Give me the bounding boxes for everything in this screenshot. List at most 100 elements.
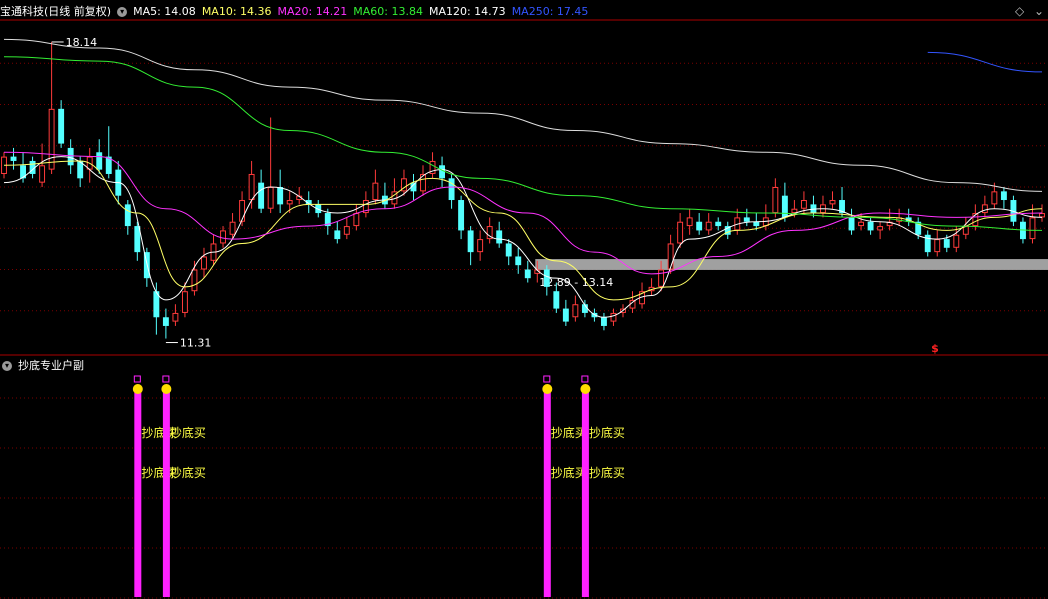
candle-body (858, 221, 865, 227)
candle-body (1000, 191, 1007, 201)
candle-body (39, 165, 46, 183)
signal-dot (132, 384, 143, 394)
candle-body (220, 230, 226, 244)
candle-body (962, 226, 969, 235)
candle-body (496, 230, 503, 244)
candle-body (124, 204, 131, 227)
candle-body (67, 147, 74, 166)
candle-body (781, 195, 788, 218)
candle-body (772, 187, 779, 214)
signal-bar (581, 392, 589, 597)
ma-legend-5: MA250: 17.45 (511, 5, 589, 18)
candle-body (705, 221, 712, 231)
candle-body (58, 108, 65, 144)
signal-box-icon (581, 375, 589, 383)
candle-body (201, 256, 207, 270)
candle-body (258, 182, 265, 209)
main-chart-header: 宝通科技(日线 前复权) ▾ MA5: 14.08 MA10: 14.36 MA20: … (0, 4, 594, 20)
candle-body (334, 230, 341, 240)
ma60-line (3, 56, 1043, 231)
candle-body (600, 317, 607, 326)
chevron-down-icon[interactable]: ⌄ (1034, 4, 1044, 18)
signal-bar (134, 392, 142, 597)
candle-body (543, 269, 550, 287)
candle-body (743, 217, 750, 222)
candle-body (239, 200, 246, 222)
candle-body (467, 230, 474, 253)
signal-dot (542, 384, 553, 394)
candle-body (191, 269, 198, 292)
candle-body (848, 217, 855, 231)
candle-body (515, 256, 522, 266)
candle-body (229, 221, 236, 235)
candle-body (715, 221, 722, 227)
candle-body (991, 191, 998, 205)
signal-box-icon (133, 375, 141, 383)
candle-body (343, 226, 350, 235)
signal-label: 抄底买 (589, 465, 625, 480)
candle-body (458, 200, 465, 231)
candle-body (1039, 213, 1045, 218)
candle-body (981, 204, 988, 214)
candle-body (96, 152, 103, 170)
sub-chart-title[interactable]: 抄底专业户副 (18, 359, 84, 372)
candle-body (172, 312, 179, 322)
candle-body (667, 243, 674, 270)
candle-body (867, 221, 874, 231)
candle-body (753, 221, 760, 227)
signal-label: 抄底买 (170, 425, 206, 440)
candle-body (877, 226, 884, 231)
candle-body (267, 187, 274, 209)
chevron-down-icon[interactable]: ▾ (2, 361, 12, 371)
candle-body (658, 269, 665, 287)
ma20-line (3, 151, 1043, 275)
signal-label: 抄底买 (551, 425, 587, 440)
candle-body (286, 200, 293, 205)
candle-body (162, 317, 169, 326)
price-zone-band (535, 259, 1048, 270)
candle-body (48, 108, 55, 170)
ma250-line (927, 51, 1043, 73)
candle-body (372, 182, 379, 201)
ma10-line (3, 160, 1043, 301)
low-price-label: 11.31 (180, 337, 212, 350)
candle-body (353, 213, 360, 227)
signal-dot (580, 384, 591, 394)
signal-label: 抄底买 (551, 465, 587, 480)
ma-legend-2: MA20: 14.21 (277, 5, 348, 18)
candle-body (934, 239, 941, 253)
candle-body (1029, 217, 1036, 240)
candle-body (439, 165, 446, 179)
signal-box-icon (162, 375, 170, 383)
diamond-icon[interactable]: ◇ (1015, 4, 1024, 18)
ma120-line (3, 38, 1043, 192)
dollar-marker: $ (931, 342, 939, 355)
candle-body (800, 200, 807, 209)
ma-legend-3: MA60: 13.84 (353, 5, 423, 18)
candle-body (10, 156, 17, 161)
high-price-label: 18.14 (66, 36, 98, 49)
signal-label: 抄底买 (589, 425, 625, 440)
stock-title[interactable]: 宝通科技(日线 前复权) (0, 5, 111, 18)
signal-bar (543, 392, 551, 597)
chevron-down-icon[interactable]: ▾ (117, 7, 128, 17)
candle-body (277, 187, 284, 205)
candle-body (677, 221, 684, 244)
kline-chart[interactable]: 12.89 - 13.1418.1411.31 $抄底买抄底买抄底买抄底买抄底买抄… (0, 0, 1048, 599)
signal-dot (161, 384, 172, 394)
candle-body (829, 200, 836, 205)
signal-box-icon (543, 375, 551, 383)
candle-body (696, 221, 703, 231)
candle-body (553, 291, 560, 309)
candle-body (791, 208, 798, 214)
candle-body (562, 308, 569, 322)
candle-body (477, 239, 484, 253)
ma5-line (3, 156, 1043, 318)
candle-body (181, 291, 188, 313)
candle-body (924, 234, 931, 253)
ma-legend-1: MA10: 14.36 (201, 5, 272, 18)
candle-body (610, 312, 617, 322)
candle-body (448, 178, 455, 201)
candle-body (953, 234, 960, 248)
candle-body (686, 217, 693, 227)
